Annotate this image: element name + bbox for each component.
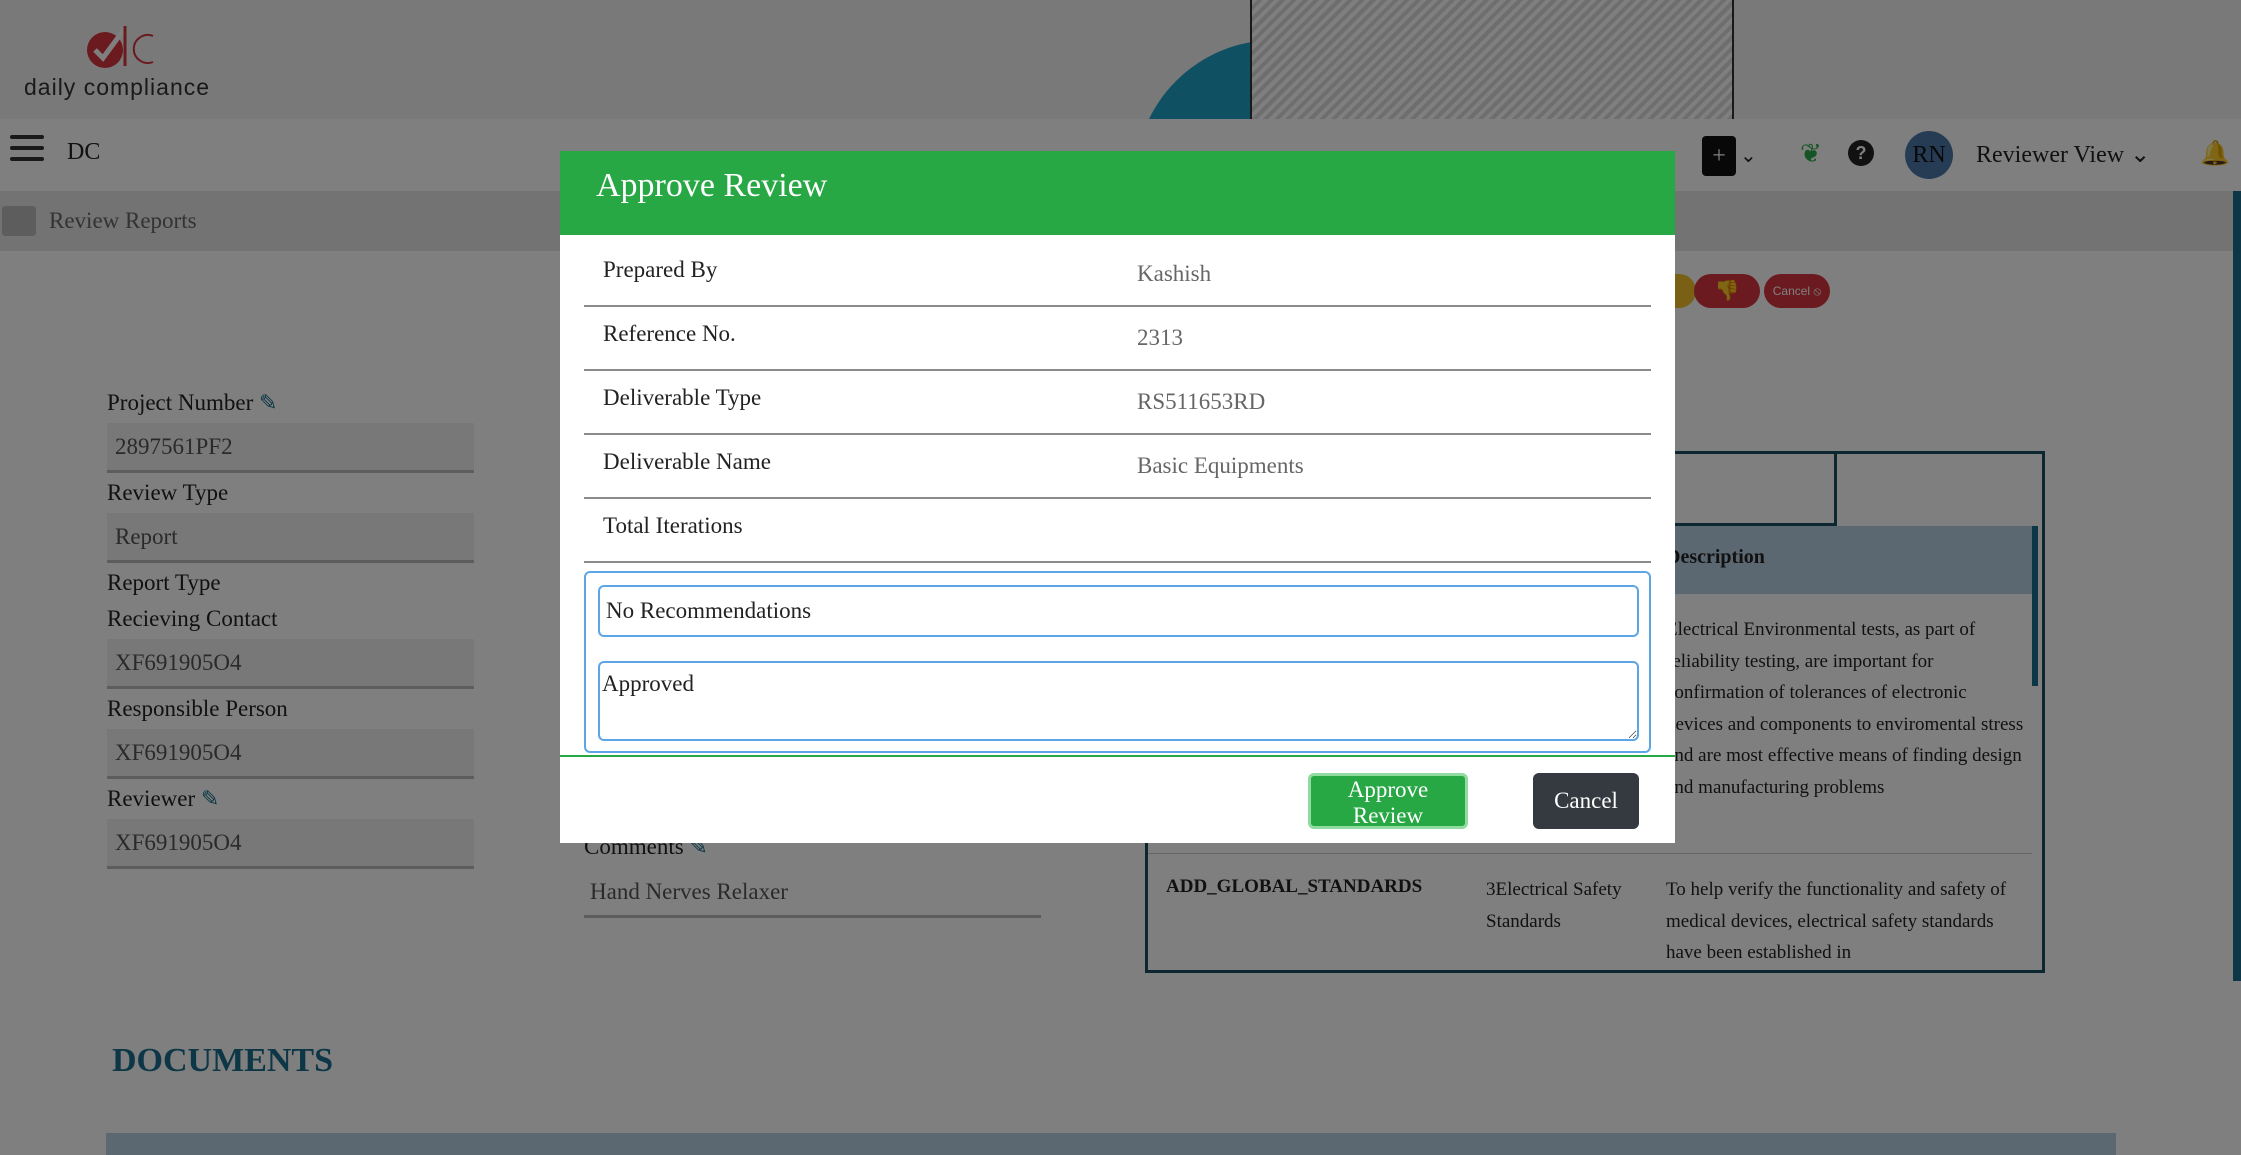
cancel-button[interactable]: Cancel	[1533, 773, 1639, 829]
info-label: Deliverable Type	[603, 385, 762, 410]
info-row: Reference No. 2313	[584, 307, 1651, 371]
recommendation-input[interactable]	[598, 585, 1639, 637]
info-row: Deliverable Type RS511653RD	[584, 371, 1651, 435]
info-row: Total Iterations	[584, 499, 1651, 563]
approve-review-button[interactable]: Approve Review	[1308, 773, 1468, 829]
info-value: Basic Equipments	[1137, 453, 1304, 478]
info-value: Kashish	[1137, 261, 1212, 286]
info-label: Prepared By	[603, 257, 718, 282]
modal-divider	[560, 755, 1675, 757]
approval-form: Approved	[584, 571, 1651, 753]
modal-header: Approve Review	[560, 151, 1675, 235]
info-label: Total Iterations	[603, 513, 743, 538]
approve-review-modal: Approve Review Prepared By Kashish Refer…	[560, 151, 1675, 843]
info-value: 2313	[1137, 325, 1183, 350]
info-label: Deliverable Name	[603, 449, 771, 474]
modal-title: Approve Review	[596, 167, 828, 204]
comment-textarea[interactable]: Approved	[598, 661, 1639, 741]
info-label: Reference No.	[603, 321, 736, 346]
info-value: RS511653RD	[1137, 389, 1266, 414]
info-row: Prepared By Kashish	[584, 243, 1651, 307]
info-row: Deliverable Name Basic Equipments	[584, 435, 1651, 499]
